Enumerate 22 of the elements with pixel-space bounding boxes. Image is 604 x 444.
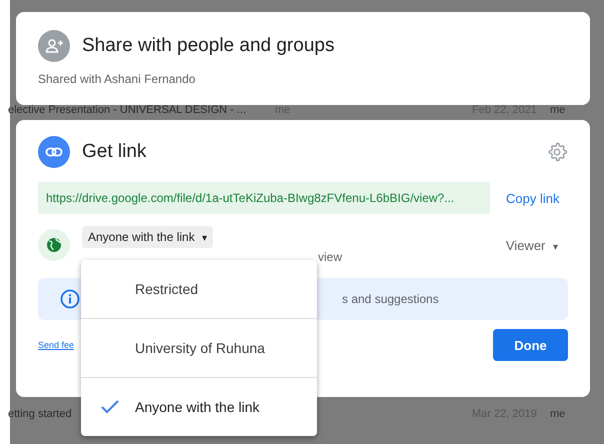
link-icon — [38, 136, 70, 168]
globe-icon — [38, 229, 70, 261]
check-icon — [100, 399, 120, 415]
modified-by-text: me — [550, 408, 566, 420]
access-dropdown[interactable]: Anyone with the link ▾ — [82, 226, 214, 248]
add-person-icon — [38, 30, 70, 62]
access-hint-text: view — [318, 250, 342, 264]
send-feedback-link[interactable]: Send fee — [38, 340, 74, 350]
modified-by-text: me — [550, 104, 566, 116]
menu-item[interactable]: Anyone with the link — [81, 377, 317, 436]
role-dropdown[interactable]: Viewer ▾ — [500, 236, 564, 254]
info-icon — [60, 289, 80, 309]
menu-item[interactable]: Restricted — [81, 260, 317, 318]
info-text: s and suggestions — [342, 292, 439, 306]
dialog-title: Get link — [82, 141, 146, 163]
link-url-field[interactable]: https://drive.google.com/file/d/1a-utTeKiZuba-BIwg8zFVfenu-L6bBIG/view?... — [38, 182, 490, 214]
dialog-title: Share with people and groups — [82, 35, 334, 57]
shared-with-text: Shared with Ashani Fernando — [38, 72, 196, 86]
settings-icon[interactable] — [546, 141, 568, 163]
done-button[interactable]: Done — [493, 329, 568, 361]
menu-item[interactable]: University of Ruhuna — [81, 318, 317, 377]
copy-link-button[interactable]: Copy link — [500, 186, 566, 210]
